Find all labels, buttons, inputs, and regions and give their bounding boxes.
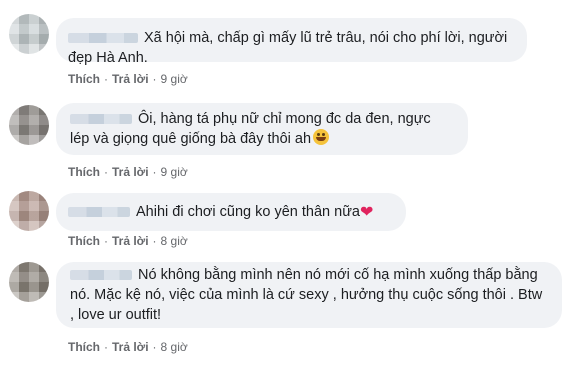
author-name[interactable] [68,207,130,218]
reply-link[interactable]: Trả lời [112,234,149,248]
comment-actions: Thích · Trả lời · 8 giờ [68,340,188,354]
like-link[interactable]: Thích [68,72,100,86]
timestamp[interactable]: 8 giờ [161,234,188,248]
separator: · [104,340,108,354]
like-link[interactable]: Thích [68,165,100,179]
separator: · [152,234,157,248]
avatar[interactable] [9,105,49,145]
comment-actions: Thích · Trả lời · 9 giờ [68,72,188,86]
like-link[interactable]: Thích [68,340,100,354]
timestamp[interactable]: 9 giờ [161,165,188,179]
avatar[interactable] [9,191,49,231]
separator: · [104,234,108,248]
timestamp[interactable]: 9 giờ [161,72,188,86]
comment-text: Ahihi đi chơi cũng ko yên thân nữa [136,204,360,220]
separator: · [152,72,157,86]
separator: · [152,165,157,179]
like-link[interactable]: Thích [68,234,100,248]
comment-text: Nó không bằng mình nên nó mới cố hạ mình… [70,267,543,323]
author-name[interactable] [68,33,138,44]
avatar[interactable] [9,262,49,302]
comment-bubble: Ôi, hàng tá phụ nữ chỉ mong đc da đen, n… [56,103,468,155]
comment-bubble: Xã hội mà, chấp gì mấy lũ trẻ trâu, nói … [56,18,527,66]
reply-link[interactable]: Trả lời [112,340,149,354]
red-heart-icon: ❤ [359,204,374,221]
comment-actions: Thích · Trả lời · 9 giờ [68,165,188,179]
avatar[interactable] [9,14,49,54]
author-name[interactable] [70,270,132,281]
separator: · [152,340,157,354]
comment-actions: Thích · Trả lời · 8 giờ [68,234,188,248]
author-name[interactable] [70,114,132,125]
reply-link[interactable]: Trả lời [112,165,149,179]
grinning-face-emoji-icon [313,129,330,145]
separator: · [104,72,108,86]
timestamp[interactable]: 8 giờ [161,340,188,354]
reply-link[interactable]: Trả lời [112,72,149,86]
comment-bubble: Nó không bằng mình nên nó mới cố hạ mình… [56,262,562,328]
separator: · [104,165,108,179]
comment-bubble: Ahihi đi chơi cũng ko yên thân nữa❤ [56,193,406,231]
